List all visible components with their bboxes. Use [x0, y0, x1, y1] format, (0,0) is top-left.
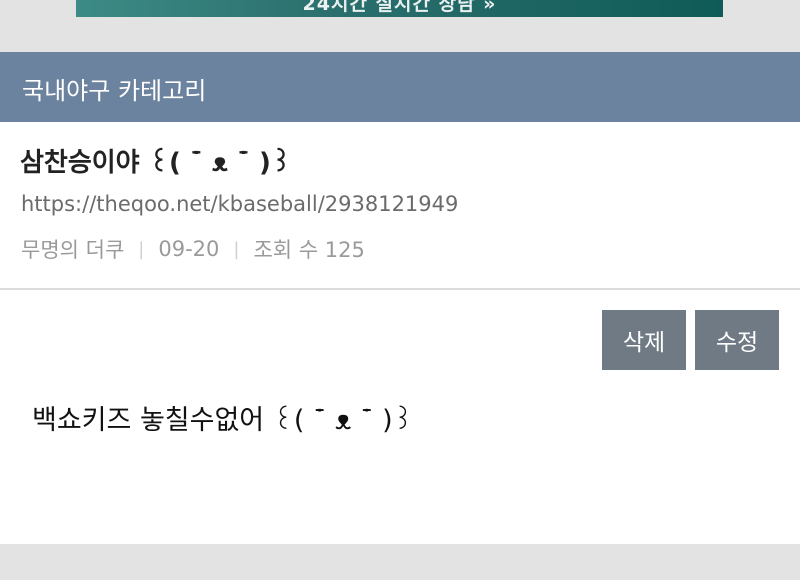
post-meta: 무명의 더쿠 | 09-20 | 조회 수 125 [21, 234, 365, 264]
footer-gap [0, 544, 800, 580]
category-title: 국내야구 카테고리 [22, 77, 207, 105]
edit-button[interactable]: 수정 [695, 310, 779, 370]
post-url[interactable]: https://theqoo.net/kbaseball/2938121949 [21, 192, 458, 216]
post-views: 조회 수 125 [253, 238, 365, 262]
post-title: 삼찬승이야 ꒰( ˙̄ ᴥ ˙̄ )꒱ [20, 148, 292, 178]
delete-button[interactable]: 삭제 [602, 310, 686, 370]
post-body: 삭제 수정 백쇼키즈 놓칠수없어 ꒰( ˙̄ ᴥ ˙̄ )꒱ [0, 290, 800, 544]
meta-separator: | [138, 238, 145, 260]
meta-separator: | [233, 238, 240, 260]
ad-banner-text: 24시간 실시간 상담 » [302, 0, 497, 15]
post-header: 삼찬승이야 ꒰( ˙̄ ᴥ ˙̄ )꒱ https://theqoo.net/k… [0, 122, 800, 288]
post-content: 백쇼키즈 놓칠수없어 ꒰( ˙̄ ᴥ ˙̄ )꒱ [32, 405, 414, 436]
ad-banner[interactable]: 24시간 실시간 상담 » [76, 0, 723, 17]
post-author: 무명의 더쿠 [21, 238, 125, 262]
post-date: 09-20 [158, 237, 220, 261]
category-bar: 국내야구 카테고리 [0, 52, 800, 122]
